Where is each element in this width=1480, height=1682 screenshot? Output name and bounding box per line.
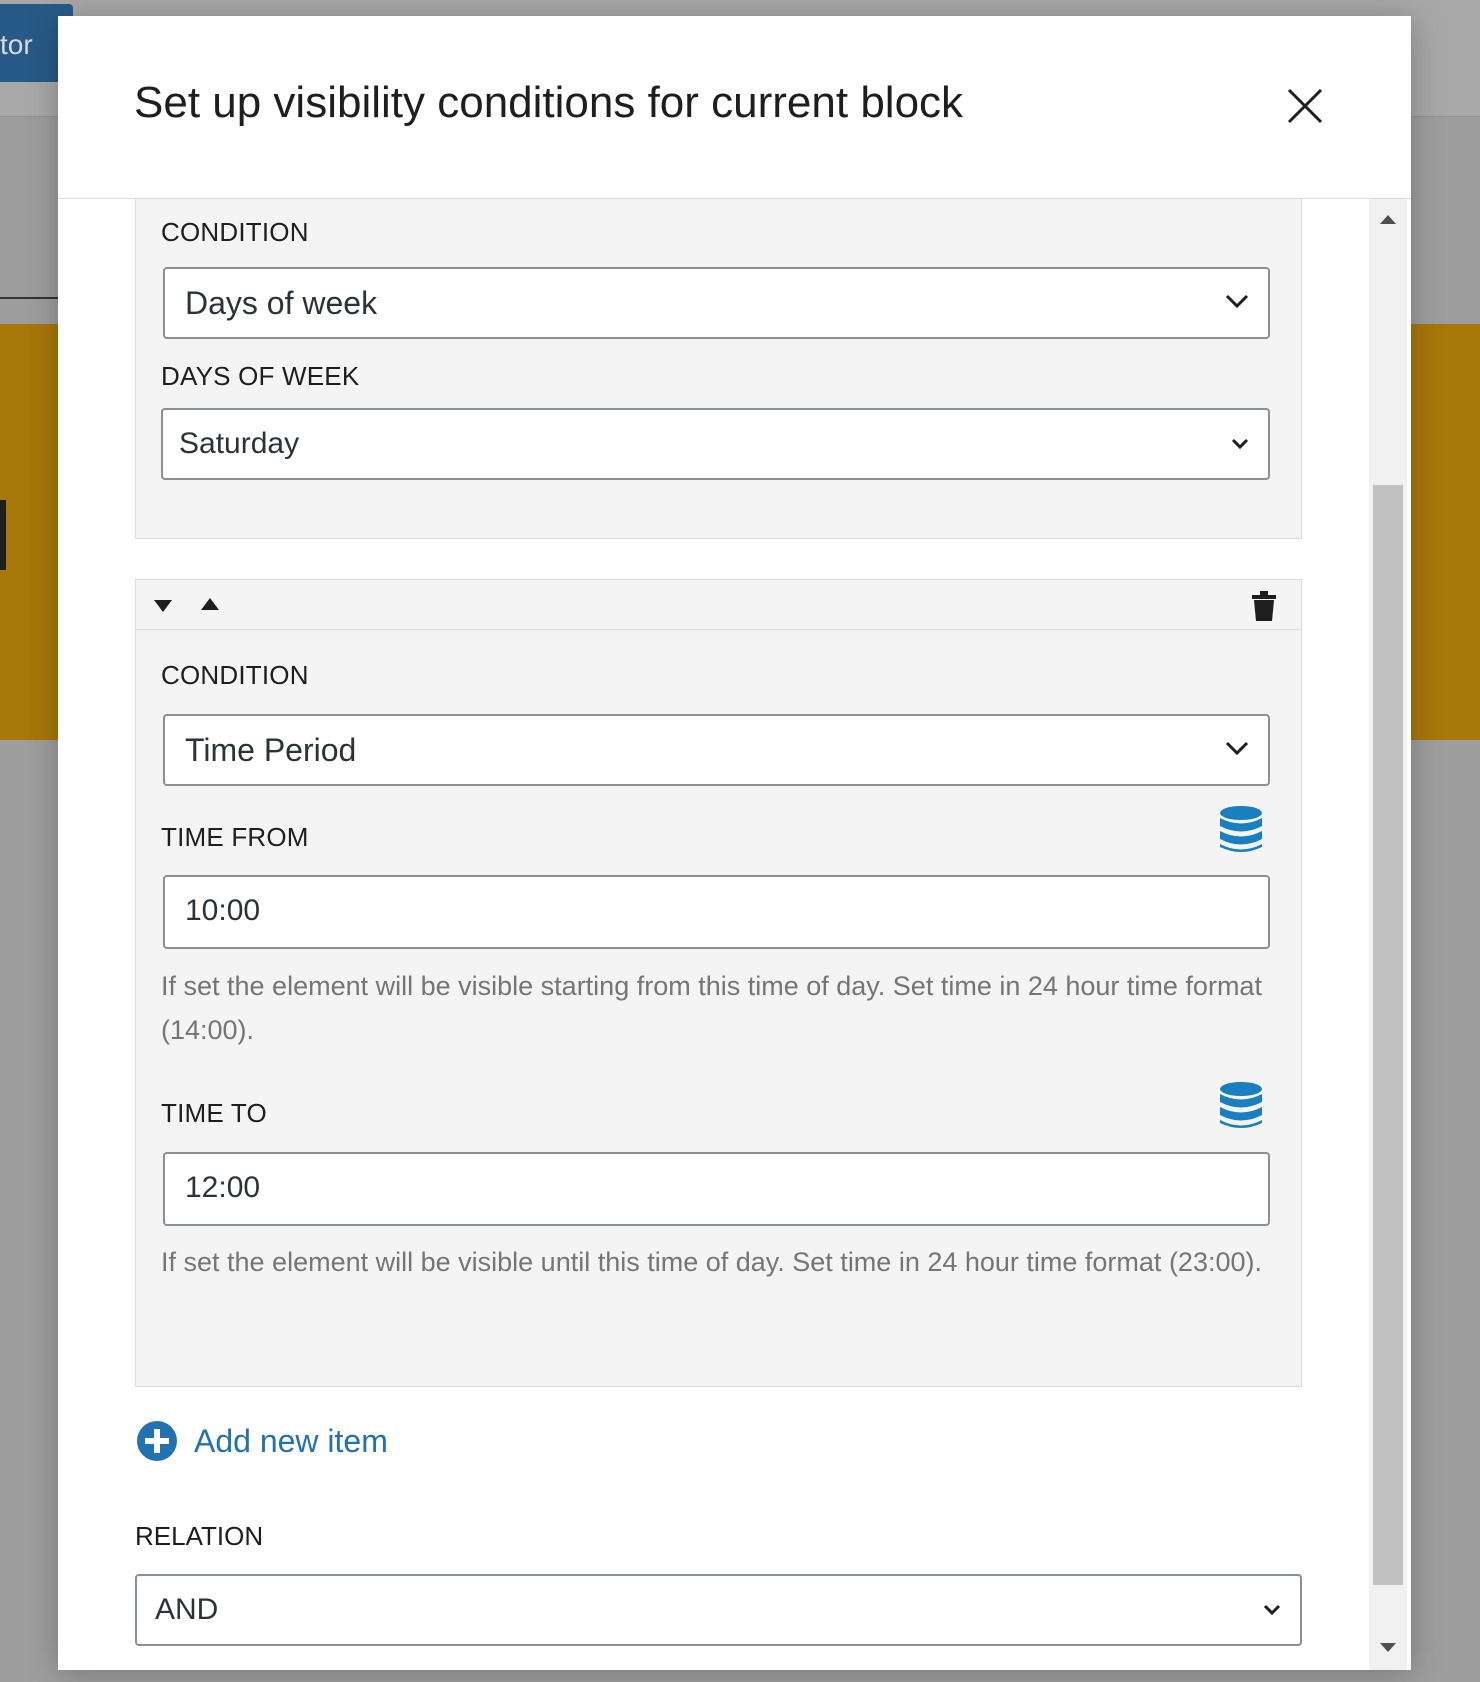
modal-header: Set up visibility conditions for current… — [58, 16, 1411, 199]
close-icon[interactable] — [1283, 84, 1327, 128]
plus-circle-icon — [137, 1421, 177, 1461]
time-from-help: If set the element will be visible start… — [161, 971, 1262, 1045]
editor-block-right — [1410, 324, 1480, 740]
days-of-week-value: Saturday — [179, 427, 300, 460]
modal-title: Set up visibility conditions for current… — [134, 78, 964, 127]
relation-value: AND — [155, 1593, 219, 1626]
condition-select[interactable]: Days of week — [163, 267, 1270, 339]
editor-block-left — [0, 324, 58, 740]
scrollbar[interactable] — [1369, 199, 1407, 1670]
time-to-value: 12:00 — [185, 1171, 261, 1204]
scroll-up-arrow[interactable] — [1380, 215, 1396, 224]
chevron-down-icon — [1225, 294, 1249, 309]
visibility-modal: Set up visibility conditions for current… — [58, 16, 1411, 1670]
condition-item: CONDITION Time Period TIME FROM 10:00 If… — [135, 579, 1302, 1387]
condition-select[interactable]: Time Period — [163, 714, 1270, 786]
condition-select-value: Time Period — [185, 732, 357, 768]
modal-body: CONDITION Days of week DAYS OF WEEK Satu… — [58, 199, 1411, 1670]
chevron-down-icon — [1225, 741, 1249, 756]
move-down-icon[interactable] — [154, 600, 172, 612]
editor-block-mark — [0, 500, 6, 570]
time-to-label: TIME TO — [161, 1098, 267, 1128]
move-up-icon[interactable] — [201, 598, 219, 610]
condition-item: CONDITION Days of week DAYS OF WEEK Satu… — [135, 199, 1302, 539]
chevron-down-icon — [1231, 438, 1249, 450]
time-to-input[interactable]: 12:00 — [163, 1152, 1270, 1226]
relation-select[interactable]: AND — [135, 1574, 1302, 1646]
add-new-item-button[interactable]: Add new item — [136, 1417, 388, 1465]
time-from-value: 10:00 — [185, 894, 261, 927]
time-from-label: TIME FROM — [161, 822, 309, 852]
condition-label: CONDITION — [161, 660, 309, 690]
dynamic-data-icon[interactable] — [1218, 1081, 1264, 1131]
add-new-item-label: Add new item — [194, 1422, 388, 1459]
scrollbar-thumb[interactable] — [1373, 485, 1403, 1585]
days-of-week-label: DAYS OF WEEK — [161, 361, 360, 391]
chevron-down-icon — [1263, 1604, 1281, 1616]
condition-select-value: Days of week — [185, 285, 378, 321]
time-to-help: If set the element will be visible until… — [161, 1247, 1262, 1277]
days-of-week-select[interactable]: Saturday — [161, 408, 1270, 480]
time-from-input[interactable]: 10:00 — [163, 875, 1270, 949]
condition-item-header — [136, 580, 1301, 630]
relation-label: RELATION — [135, 1521, 264, 1551]
trash-icon[interactable] — [1251, 591, 1277, 621]
dynamic-data-icon[interactable] — [1218, 805, 1264, 855]
scroll-down-arrow[interactable] — [1380, 1643, 1396, 1652]
condition-label: CONDITION — [161, 217, 309, 247]
